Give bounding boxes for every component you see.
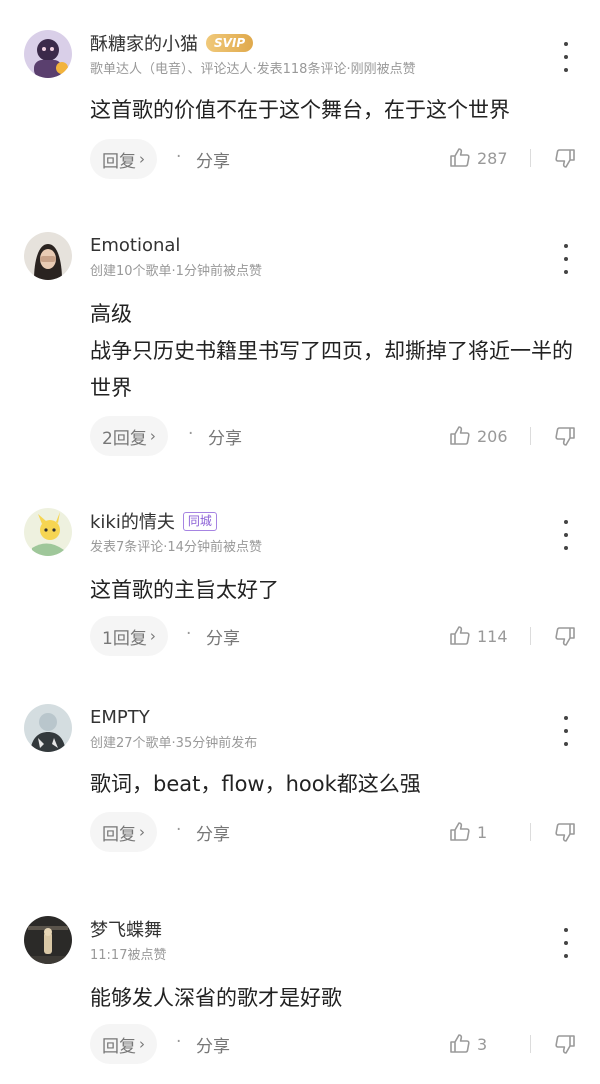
svip-badge[interactable]: SVIP	[206, 34, 254, 52]
reply-label: 回复	[102, 151, 136, 172]
chevron-right-icon: ›	[149, 427, 156, 445]
thumbs-up-icon	[448, 146, 472, 170]
thumbs-up-icon	[448, 424, 472, 448]
thumbs-down-icon[interactable]	[553, 624, 577, 648]
comment-line: 高级	[90, 302, 132, 326]
reply-label: 回复	[102, 824, 136, 845]
comment-line: 这首歌的价值不在于这个舞台，在于这个世界	[90, 98, 510, 122]
comment-text: 歌词，beat，flow，hook都这么强	[90, 766, 585, 803]
comment-line: 能够发人深省的歌才是好歌	[90, 986, 342, 1010]
reply-button[interactable]: 2回复 ›	[90, 416, 168, 456]
username[interactable]: 梦飞蝶舞	[90, 916, 162, 942]
like-count: 1	[477, 822, 488, 842]
like-button[interactable]: 1	[448, 820, 487, 844]
user-meta: 发表7条评论·14分钟前被点赞	[90, 540, 262, 555]
comment-line: 这首歌的主旨太好了	[90, 578, 279, 602]
username[interactable]: Emotional	[90, 235, 180, 256]
avatar[interactable]	[24, 232, 72, 280]
comment-text: 这首歌的主旨太好了	[90, 572, 585, 609]
share-button[interactable]: 分享	[196, 820, 230, 845]
separator-dot: ·	[186, 624, 192, 644]
like-button[interactable]: 114	[448, 624, 508, 648]
thumbs-down-icon[interactable]	[553, 820, 577, 844]
thumbs-down-icon[interactable]	[553, 146, 577, 170]
thumbs-up-icon	[448, 820, 472, 844]
reply-label: 回复	[102, 1036, 136, 1057]
more-options-icon[interactable]	[558, 244, 574, 274]
share-button[interactable]: 分享	[206, 624, 240, 649]
comment-line: 歌词，beat，flow，hook都这么强	[90, 772, 421, 796]
like-count: 287	[477, 148, 508, 168]
share-button[interactable]: 分享	[208, 424, 242, 449]
chevron-right-icon: ›	[139, 150, 145, 168]
user-meta: 创建27个歌单·35分钟前发布	[90, 736, 258, 751]
separator-dot: ·	[176, 1032, 182, 1052]
more-options-icon[interactable]	[558, 520, 574, 550]
avatar[interactable]	[24, 704, 72, 752]
like-count: 206	[477, 426, 508, 446]
chevron-right-icon: ›	[139, 1035, 145, 1053]
user-meta: 创建10个歌单·1分钟前被点赞	[90, 264, 262, 279]
share-button[interactable]: 分享	[196, 1032, 230, 1057]
user-meta: 11:17被点赞	[90, 948, 167, 963]
more-options-icon[interactable]	[558, 928, 574, 958]
like-button[interactable]: 3	[448, 1032, 487, 1056]
reply-button[interactable]: 回复 ›	[90, 1024, 157, 1064]
comment-line: 战争只历史书籍里书写了四页，却撕掉了将近一半的世界	[90, 339, 573, 400]
divider	[530, 627, 531, 645]
comment-text: 高级 战争只历史书籍里书写了四页，却撕掉了将近一半的世界	[90, 296, 585, 407]
thumbs-up-icon	[448, 624, 472, 648]
chevron-right-icon: ›	[149, 627, 156, 645]
separator-dot: ·	[176, 147, 182, 167]
avatar[interactable]	[24, 30, 72, 78]
comment-text: 这首歌的价值不在于这个舞台，在于这个世界	[90, 92, 585, 129]
divider	[530, 149, 531, 167]
separator-dot: ·	[188, 424, 194, 444]
divider	[530, 427, 531, 445]
like-count: 3	[477, 1034, 488, 1054]
avatar[interactable]	[24, 508, 72, 556]
thumbs-up-icon	[448, 1032, 472, 1056]
divider	[530, 1035, 531, 1053]
reply-label: 2回复	[102, 428, 147, 449]
username[interactable]: EMPTY	[90, 707, 150, 728]
avatar[interactable]	[24, 916, 72, 964]
comment-text: 能够发人深省的歌才是好歌	[90, 980, 585, 1017]
reply-button[interactable]: 1回复 ›	[90, 616, 168, 656]
reply-button[interactable]: 回复 ›	[90, 812, 157, 852]
thumbs-down-icon[interactable]	[553, 1032, 577, 1056]
thumbs-down-icon[interactable]	[553, 424, 577, 448]
share-button[interactable]: 分享	[196, 147, 230, 172]
user-meta: 歌单达人（电音）、评论达人·发表118条评论·刚刚被点赞	[90, 62, 416, 77]
more-options-icon[interactable]	[558, 42, 574, 72]
divider	[530, 823, 531, 841]
same-city-badge[interactable]: 同城	[182, 511, 217, 531]
reply-button[interactable]: 回复 ›	[90, 139, 157, 179]
more-options-icon[interactable]	[558, 716, 574, 746]
like-count: 114	[477, 626, 508, 646]
chevron-right-icon: ›	[139, 823, 145, 841]
username[interactable]: kiki的情夫	[90, 508, 175, 534]
reply-label: 1回复	[102, 628, 147, 649]
like-button[interactable]: 287	[448, 146, 508, 170]
like-button[interactable]: 206	[448, 424, 508, 448]
username[interactable]: 酥糖家的小猫	[90, 30, 198, 56]
separator-dot: ·	[176, 820, 182, 840]
